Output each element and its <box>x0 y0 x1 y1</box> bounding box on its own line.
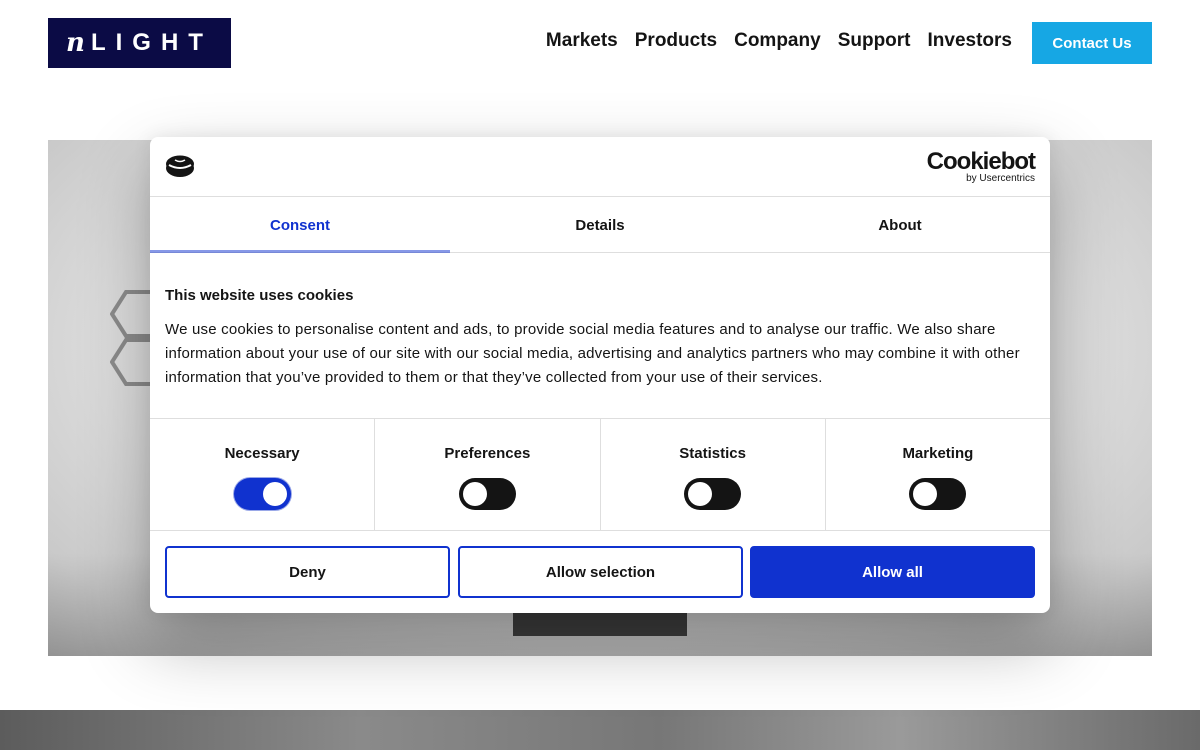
tab-consent[interactable]: Consent <box>150 198 450 253</box>
nav-item-products[interactable]: Products <box>635 30 717 52</box>
tab-details[interactable]: Details <box>450 198 750 252</box>
dialog-tabs: Consent Details About <box>150 198 1050 253</box>
cookie-icon <box>166 155 194 177</box>
category-label: Necessary <box>224 445 300 462</box>
dialog-header: Cookiebot by Usercentrics <box>150 137 1050 197</box>
brand-name: Cookiebot <box>926 148 1036 175</box>
allow-all-button[interactable]: Allow all <box>750 546 1035 598</box>
category-necessary: Necessary <box>150 419 376 530</box>
lower-banner <box>0 710 1200 750</box>
toggle-knob <box>913 482 938 506</box>
contact-us-button[interactable]: Contact Us <box>1032 22 1152 64</box>
main-nav: Markets Products Company Support Investo… <box>546 30 1012 52</box>
cookie-consent-dialog: Cookiebot by Usercentrics Consent Detail… <box>150 137 1050 613</box>
consent-title: This website uses cookies <box>165 287 354 304</box>
tab-about[interactable]: About <box>750 198 1050 252</box>
deny-button[interactable]: Deny <box>165 546 450 598</box>
category-label: Preferences <box>444 445 531 462</box>
cookie-categories: Necessary Preferences Statistics Marketi… <box>150 418 1050 531</box>
toggle-knob <box>688 482 713 506</box>
nlight-logo[interactable]: n LIGHT <box>48 18 231 68</box>
category-label: Statistics <box>679 445 746 462</box>
consent-body: This website uses cookies We use cookies… <box>165 287 1035 390</box>
preferences-toggle[interactable] <box>458 478 516 510</box>
necessary-toggle[interactable] <box>233 478 291 510</box>
toggle-knob <box>262 482 287 506</box>
toggle-knob <box>462 482 487 506</box>
consent-description: We use cookies to personalise content an… <box>165 321 1020 386</box>
nav-item-investors[interactable]: Investors <box>928 30 1012 52</box>
site-header: n LIGHT Markets Products Company Support… <box>0 0 1200 86</box>
category-preferences: Preferences <box>375 419 601 530</box>
marketing-toggle[interactable] <box>909 478 967 510</box>
nav-item-company[interactable]: Company <box>734 30 821 52</box>
logo-prefix: n <box>66 28 85 58</box>
nav-item-markets[interactable]: Markets <box>546 30 618 52</box>
category-label: Marketing <box>902 445 974 462</box>
allow-selection-button[interactable]: Allow selection <box>458 546 743 598</box>
cookiebot-logo: Cookiebot by Usercentrics <box>926 148 1036 185</box>
nav-item-support[interactable]: Support <box>838 30 911 52</box>
category-marketing: Marketing <box>826 419 1050 530</box>
logo-text: LIGHT <box>90 29 213 56</box>
statistics-toggle[interactable] <box>684 478 742 510</box>
category-statistics: Statistics <box>601 419 826 530</box>
